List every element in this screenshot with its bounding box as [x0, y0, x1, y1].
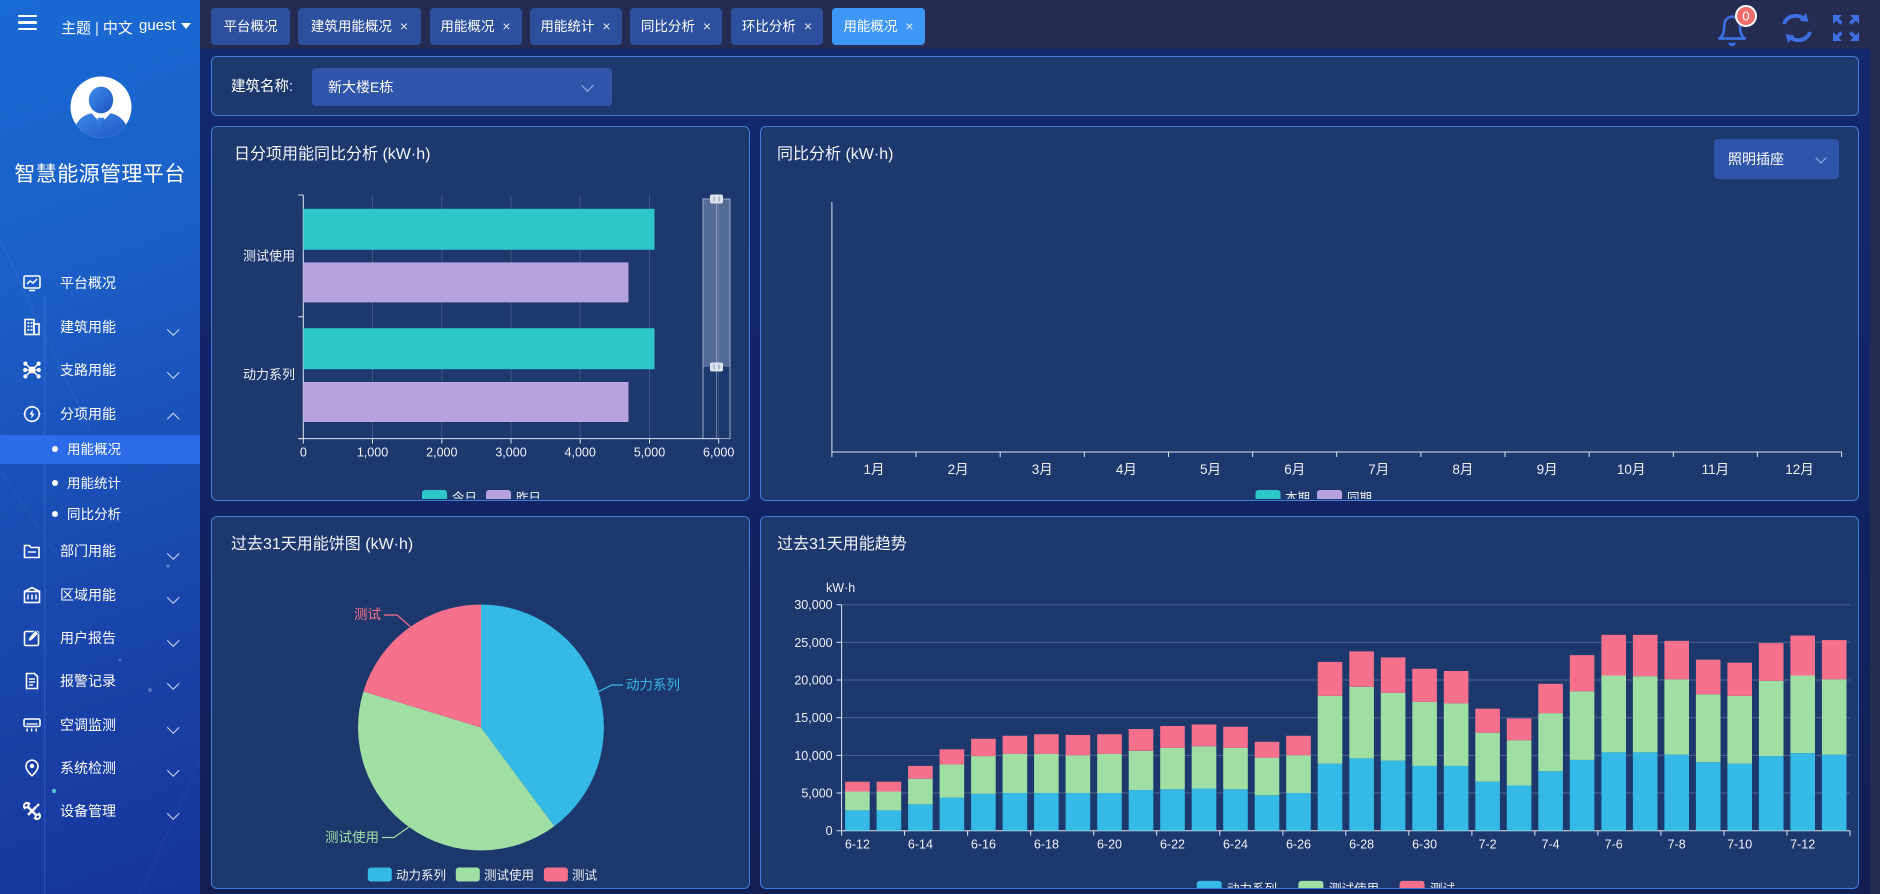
svg-text:0: 0: [826, 824, 833, 838]
svg-text:2月: 2月: [948, 462, 969, 477]
svg-text:9月: 9月: [1537, 462, 1558, 477]
svg-text:10,000: 10,000: [794, 749, 832, 763]
svg-text:6-26: 6-26: [1286, 838, 1311, 852]
svg-text:6-12: 6-12: [845, 838, 870, 852]
svg-text:7-10: 7-10: [1727, 838, 1752, 852]
svg-text:11月: 11月: [1702, 462, 1730, 477]
svg-text:1,000: 1,000: [357, 446, 388, 460]
svg-text:kW·h: kW·h: [826, 581, 855, 595]
svg-text:12月: 12月: [1785, 462, 1814, 477]
svg-text:6-18: 6-18: [1034, 838, 1059, 852]
svg-text:过去31天用能趋势: 过去31天用能趋势: [777, 535, 907, 553]
svg-text:今日: 今日: [452, 490, 477, 499]
svg-text:7-12: 7-12: [1790, 838, 1815, 852]
svg-text:7-4: 7-4: [1542, 838, 1560, 852]
svg-text:10月: 10月: [1617, 462, 1646, 477]
svg-text:测试: 测试: [354, 607, 381, 622]
svg-text:20,000: 20,000: [794, 674, 832, 688]
svg-text:动力系列: 动力系列: [1227, 882, 1277, 888]
svg-text:动力系列: 动力系列: [626, 678, 680, 693]
svg-text:测试使用: 测试使用: [325, 829, 379, 845]
svg-text:6-20: 6-20: [1097, 838, 1122, 852]
svg-text:8月: 8月: [1452, 462, 1473, 477]
svg-text:测试使用: 测试使用: [484, 868, 534, 883]
svg-text:1月: 1月: [863, 462, 884, 477]
svg-text:6-24: 6-24: [1223, 838, 1248, 852]
svg-text:同期: 同期: [1347, 491, 1372, 499]
svg-text:6-28: 6-28: [1349, 838, 1374, 852]
svg-text:6-14: 6-14: [908, 838, 933, 852]
svg-text:5,000: 5,000: [801, 787, 832, 801]
svg-text:3,000: 3,000: [495, 446, 526, 460]
svg-text:2,000: 2,000: [426, 446, 457, 460]
svg-text:7-8: 7-8: [1668, 838, 1686, 852]
svg-text:30,000: 30,000: [794, 598, 832, 612]
svg-text:动力系列: 动力系列: [243, 367, 295, 382]
svg-text:4月: 4月: [1116, 462, 1137, 477]
svg-text:动力系列: 动力系列: [396, 869, 446, 883]
svg-text:3月: 3月: [1032, 462, 1053, 477]
svg-text:测试: 测试: [572, 868, 598, 883]
svg-text:日分项用能同比分析 (kW·h): 日分项用能同比分析 (kW·h): [234, 145, 430, 163]
svg-text:昨日: 昨日: [516, 491, 541, 499]
svg-text:过去31天用能饼图 (kW·h): 过去31天用能饼图 (kW·h): [231, 535, 413, 553]
svg-text:4,000: 4,000: [565, 446, 596, 460]
svg-text:6,000: 6,000: [703, 446, 734, 460]
svg-text:0: 0: [300, 446, 307, 460]
svg-text:5月: 5月: [1200, 462, 1221, 477]
svg-text:15,000: 15,000: [794, 711, 832, 725]
svg-text:测试使用: 测试使用: [243, 249, 295, 264]
svg-text:同比分析 (kW·h): 同比分析 (kW·h): [777, 145, 893, 163]
svg-text:本期: 本期: [1285, 491, 1310, 499]
svg-text:7月: 7月: [1368, 462, 1389, 477]
svg-text:7-2: 7-2: [1479, 838, 1497, 852]
svg-text:25,000: 25,000: [794, 636, 832, 650]
svg-text:6-16: 6-16: [971, 838, 996, 852]
svg-text:6月: 6月: [1284, 462, 1305, 477]
svg-text:7-6: 7-6: [1605, 838, 1623, 852]
svg-text:测试使用: 测试使用: [1329, 881, 1379, 888]
svg-text:6-22: 6-22: [1160, 838, 1185, 852]
svg-text:6-30: 6-30: [1412, 838, 1437, 852]
svg-text:5,000: 5,000: [634, 446, 665, 460]
svg-text:0: 0: [1742, 9, 1749, 24]
svg-text:测试: 测试: [1430, 881, 1456, 888]
